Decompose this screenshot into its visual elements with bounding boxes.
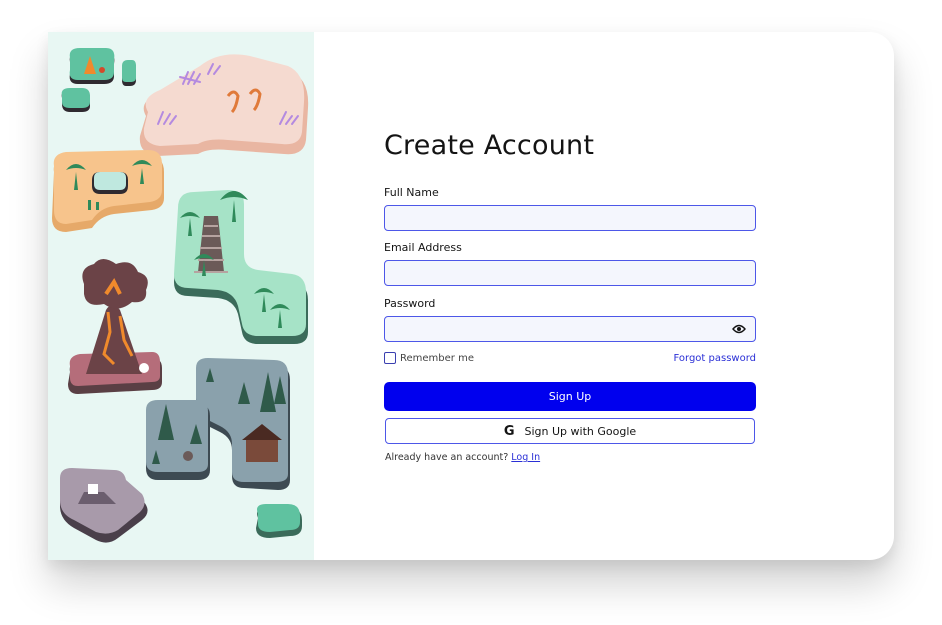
login-prompt-text: Already have an account? — [385, 452, 509, 463]
login-prompt: Already have an account? Log In — [385, 452, 540, 463]
google-sign-up-button[interactable]: G Sign Up with Google — [385, 418, 755, 444]
email-input[interactable] — [385, 261, 755, 285]
password-input[interactable] — [385, 317, 755, 341]
email-field[interactable] — [384, 260, 756, 286]
signup-card: Create Account Full Name Email Address P… — [48, 32, 894, 560]
google-sign-up-label: Sign Up with Google — [524, 424, 637, 438]
remember-label: Remember me — [400, 352, 474, 364]
sign-up-button[interactable]: Sign Up — [384, 382, 756, 411]
log-in-link[interactable]: Log In — [511, 452, 540, 463]
island-illustration — [48, 32, 314, 560]
signup-form: Create Account Full Name Email Address P… — [384, 32, 756, 560]
password-field[interactable] — [384, 316, 756, 342]
small-island-tent — [69, 48, 115, 84]
page-title: Create Account — [384, 130, 595, 161]
full-name-label: Full Name — [384, 186, 439, 199]
remember-me[interactable]: Remember me — [384, 352, 474, 364]
stone-island — [60, 468, 148, 543]
full-name-input[interactable] — [385, 206, 755, 230]
full-name-field[interactable] — [384, 205, 756, 231]
jungle-temple-island — [174, 190, 308, 344]
desert-island — [52, 150, 164, 232]
google-icon: G — [503, 423, 515, 439]
volcano-island — [68, 259, 162, 394]
remember-checkbox[interactable] — [384, 352, 396, 364]
forest-island-small — [146, 400, 210, 480]
islands-map-art — [52, 48, 309, 543]
forgot-password-link[interactable]: Forgot password — [674, 353, 757, 364]
password-label: Password — [384, 297, 436, 310]
email-label: Email Address — [384, 241, 462, 254]
eye-icon[interactable] — [732, 323, 746, 335]
coral-island — [139, 54, 309, 157]
